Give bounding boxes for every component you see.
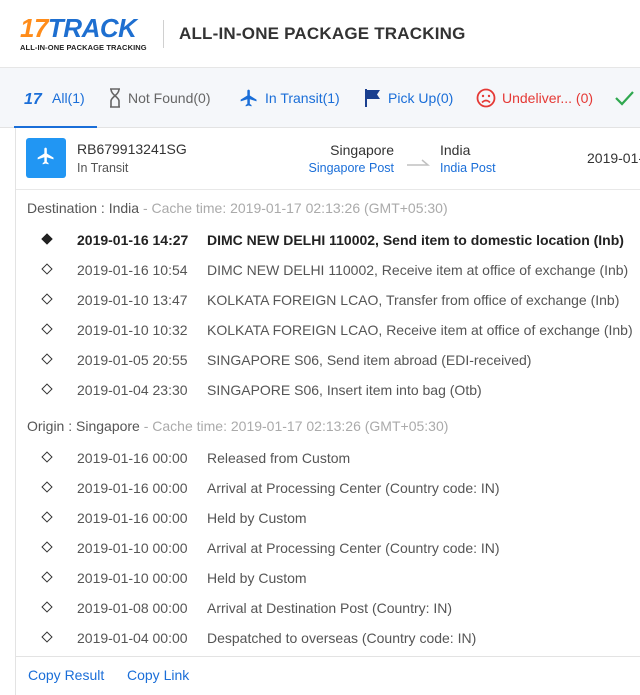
17track-mini-logo-icon: 17 <box>24 90 46 106</box>
event-time: 2019-01-04 23:30 <box>77 382 188 398</box>
event-time: 2019-01-05 20:55 <box>77 352 188 368</box>
timeline-event: 2019-01-08 00:00 Arrival at Destination … <box>16 594 640 624</box>
tab-all-label: All(1) <box>52 90 85 106</box>
timeline-diamond-icon <box>41 451 53 463</box>
timeline-event: 2019-01-16 00:00 Released from Custom <box>16 444 640 474</box>
destination-section-header: Destination : India - Cache time: 2019-0… <box>27 200 448 216</box>
event-time: 2019-01-16 10:54 <box>77 262 188 278</box>
result-actions: Copy Result Copy Link <box>16 656 640 695</box>
tab-in-transit[interactable]: In Transit(1) <box>239 68 340 128</box>
status-tabs: 17 All(1) Not Found(0) In Transit(1) Pic… <box>0 68 640 128</box>
event-time: 2019-01-10 00:00 <box>77 570 188 586</box>
event-description: KOLKATA FOREIGN LCAO, Transfer from offi… <box>207 292 620 308</box>
airplane-icon <box>36 146 56 171</box>
event-time: 2019-01-04 00:00 <box>77 630 188 646</box>
17track-logo[interactable]: 17TRACK ALL-IN-ONE PACKAGE TRACKING <box>20 15 150 53</box>
page-title: ALL-IN-ONE PACKAGE TRACKING <box>179 24 466 43</box>
origin-section-header: Origin : Singapore - Cache time: 2019-01… <box>27 418 448 434</box>
shipment-status: In Transit <box>77 161 129 175</box>
checkmark-icon <box>614 88 634 108</box>
tracking-number: RB679913241SG <box>77 141 187 157</box>
timeline-event: 2019-01-04 23:30 SINGAPORE S06, Insert i… <box>16 376 640 406</box>
timeline-diamond-icon <box>41 323 53 335</box>
destination-country: India <box>440 142 471 158</box>
timeline-diamond-icon <box>41 293 53 305</box>
event-time: 2019-01-16 00:00 <box>77 480 188 496</box>
timeline-event: 2019-01-04 00:00 Despatched to overseas … <box>16 624 640 654</box>
timeline-diamond-icon <box>41 571 53 583</box>
tab-not-found-label: Not Found(0) <box>128 90 211 106</box>
tab-undelivered-label: Undeliver... (0) <box>502 90 594 106</box>
event-description: Held by Custom <box>207 570 307 586</box>
timeline-event: 2019-01-05 20:55 SINGAPORE S06, Send ite… <box>16 346 640 376</box>
event-description: Released from Custom <box>207 450 351 466</box>
timeline-diamond-icon <box>41 631 53 643</box>
event-time: 2019-01-10 13:47 <box>77 292 188 308</box>
destination-carrier-link[interactable]: India Post <box>440 161 496 175</box>
event-description: Held by Custom <box>207 510 307 526</box>
origin-cache-time: - Cache time: 2019-01-17 02:13:26 (GMT+0… <box>139 418 449 434</box>
event-time: 2019-01-16 00:00 <box>77 510 188 526</box>
tab-all[interactable]: 17 All(1) <box>14 68 97 128</box>
timeline-diamond-icon <box>41 481 53 493</box>
timeline-diamond-icon <box>41 511 53 523</box>
app-header: 17TRACK ALL-IN-ONE PACKAGE TRACKING ALL-… <box>0 0 640 68</box>
timeline-diamond-icon <box>41 541 53 553</box>
event-time: 2019-01-10 00:00 <box>77 540 188 556</box>
timeline-diamond-icon <box>41 233 53 245</box>
tab-not-found[interactable]: Not Found(0) <box>108 68 210 128</box>
sad-face-icon <box>476 88 496 108</box>
flag-icon <box>364 88 382 108</box>
event-description: Arrival at Processing Center (Country co… <box>207 540 500 556</box>
header-divider <box>163 20 164 48</box>
timeline-diamond-icon <box>41 601 53 613</box>
logo-word: TRACK <box>47 13 137 43</box>
logo-tagline: ALL-IN-ONE PACKAGE TRACKING <box>20 43 147 52</box>
timeline-event: 2019-01-16 14:27 DIMC NEW DELHI 110002, … <box>16 226 640 256</box>
logo-number: 17 <box>20 13 48 43</box>
timeline-event: 2019-01-16 10:54 DIMC NEW DELHI 110002, … <box>16 256 640 286</box>
timeline-event: 2019-01-10 10:32 KOLKATA FOREIGN LCAO, R… <box>16 316 640 346</box>
origin-country: Singapore <box>330 142 394 158</box>
event-time: 2019-01-10 10:32 <box>77 322 188 338</box>
event-description: Despatched to overseas (Country code: IN… <box>207 630 477 646</box>
timeline-event: 2019-01-10 00:00 Held by Custom <box>16 564 640 594</box>
in-transit-status-badge <box>26 138 66 178</box>
timeline-diamond-icon <box>41 383 53 395</box>
event-time: 2019-01-08 00:00 <box>77 600 188 616</box>
tab-in-transit-label: In Transit(1) <box>265 90 340 106</box>
origin-label: Origin : Singapore <box>27 418 140 434</box>
copy-result-button[interactable]: Copy Result <box>28 667 104 683</box>
event-time: 2019-01-16 00:00 <box>77 450 188 466</box>
tab-undelivered[interactable]: Undeliver... (0) <box>476 68 593 128</box>
tab-pick-up[interactable]: Pick Up(0) <box>364 68 453 128</box>
copy-link-button[interactable]: Copy Link <box>127 667 189 683</box>
timeline-event: 2019-01-10 00:00 Arrival at Processing C… <box>16 534 640 564</box>
tab-pick-up-label: Pick Up(0) <box>388 90 454 106</box>
airplane-icon <box>239 88 259 108</box>
event-description: DIMC NEW DELHI 110002, Receive item at o… <box>207 262 629 278</box>
event-description: DIMC NEW DELHI 110002, Send item to dome… <box>207 232 624 248</box>
timeline-diamond-icon <box>41 263 53 275</box>
event-description: SINGAPORE S06, Insert item into bag (Otb… <box>207 382 482 398</box>
event-description: Arrival at Destination Post (Country: IN… <box>207 600 453 616</box>
svg-text:17: 17 <box>24 91 43 106</box>
tracking-result-card: RB679913241SG In Transit Singapore Singa… <box>15 128 640 695</box>
shipment-summary[interactable]: RB679913241SG In Transit Singapore Singa… <box>16 128 640 190</box>
event-description: SINGAPORE S06, Send item abroad (EDI-rec… <box>207 352 532 368</box>
destination-label: Destination : India <box>27 200 140 216</box>
tab-delivered[interactable] <box>614 68 640 128</box>
timeline-diamond-icon <box>41 353 53 365</box>
latest-update-date: 2019-01- <box>587 150 640 166</box>
route-arrow-icon <box>406 154 431 172</box>
timeline-event: 2019-01-16 00:00 Held by Custom <box>16 504 640 534</box>
timeline-event: 2019-01-16 00:00 Arrival at Processing C… <box>16 474 640 504</box>
event-description: Arrival at Processing Center (Country co… <box>207 480 500 496</box>
destination-cache-time: - Cache time: 2019-01-17 02:13:26 (GMT+0… <box>139 200 448 216</box>
hourglass-icon <box>108 88 122 108</box>
event-description: KOLKATA FOREIGN LCAO, Receive item at of… <box>207 322 633 338</box>
origin-carrier-link[interactable]: Singapore Post <box>286 161 394 175</box>
event-time: 2019-01-16 14:27 <box>77 232 189 248</box>
timeline-event: 2019-01-10 13:47 KOLKATA FOREIGN LCAO, T… <box>16 286 640 316</box>
